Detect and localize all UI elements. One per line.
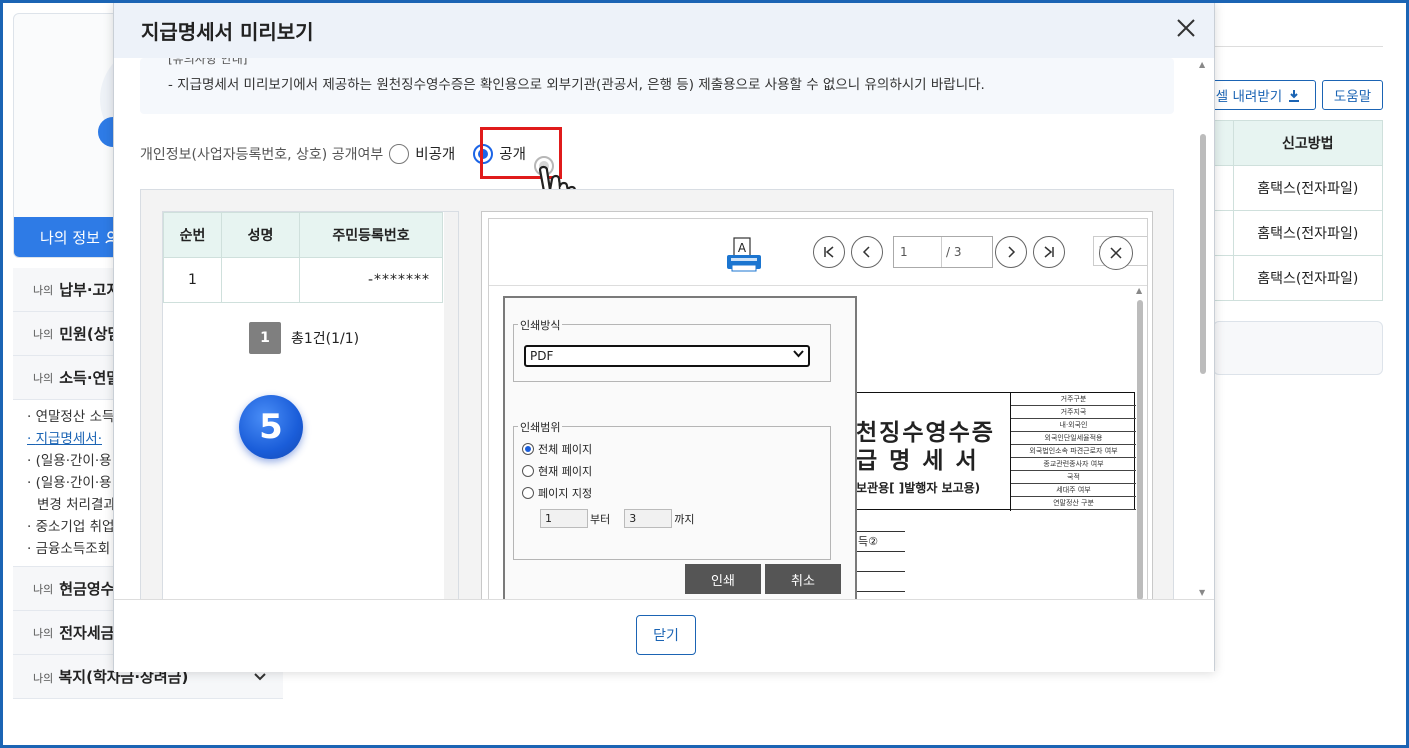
scroll-up-icon[interactable]: ▲ xyxy=(1136,286,1142,295)
receipt-body-lines: 득② xyxy=(855,512,905,599)
radio-circle[interactable] xyxy=(389,143,410,164)
next-page-button[interactable] xyxy=(995,236,1027,268)
page-button[interactable]: 1 xyxy=(249,322,281,354)
radio-circle[interactable] xyxy=(522,487,534,499)
preview-area: 순번 성명 주민등록번호 1 -******* 1 총1건(1/1) 5 A 1… xyxy=(140,189,1174,599)
employee-table: 순번 성명 주민등록번호 1 -******* xyxy=(163,212,443,303)
print-dialog: 인쇄방식 PDF 인쇄범위 전체 페이지 현재 페이지 페이지 지정 1 부터 … xyxy=(503,296,857,599)
table-cell: 홈택스(전자파일) xyxy=(1232,255,1383,301)
scroll-thumb[interactable] xyxy=(1137,300,1143,599)
last-page-button[interactable] xyxy=(1033,236,1065,268)
modal-title: 지급명세서 미리보기 xyxy=(141,19,314,44)
table-row[interactable]: 1 -******* xyxy=(163,257,443,303)
first-page-button[interactable] xyxy=(813,236,845,268)
chevron-down-icon xyxy=(254,672,266,680)
radio-page-range[interactable]: 페이지 지정 xyxy=(522,485,592,501)
document-area: 천징수영수증 급 명 세 서 보관용[ ]발행자 보고용) 거주구분 거주지국 … xyxy=(489,285,1147,599)
printer-icon[interactable]: A xyxy=(725,235,765,275)
modal-scrollbar[interactable]: ▲ ▼ xyxy=(1198,58,1208,599)
radio-circle[interactable] xyxy=(522,465,534,477)
cancel-button[interactable]: 취소 xyxy=(765,564,841,594)
receipt-info-grid: 거주구분 거주지국 내·외국인 외국인단일세율적용 외국법인소속 파견근로자 여… xyxy=(1010,393,1136,511)
radio-current-page[interactable]: 현재 페이지 xyxy=(522,463,592,479)
current-page-input[interactable]: 1 xyxy=(894,237,942,267)
range-to-input[interactable]: 3 xyxy=(624,509,673,528)
radio-all-pages[interactable]: 전체 페이지 xyxy=(522,441,592,457)
svg-text:A: A xyxy=(738,241,747,255)
modal-header: 지급명세서 미리보기 xyxy=(114,2,1214,58)
preview-modal: 지급명세서 미리보기 [유의사항 안내] - 지급명세서 미리보기에서 제공하는… xyxy=(113,1,1215,672)
privacy-label: 개인정보(사업자등록번호, 상호) 공개여부 xyxy=(140,146,384,163)
table-cell: 홈택스(전자파일) xyxy=(1232,165,1383,211)
print-range-legend: 인쇄범위 xyxy=(518,419,563,435)
first-page-icon xyxy=(824,246,834,258)
report-table: 신고방법 홈택스(전자파일) 홈택스(전자파일) 홈택스(전자파일) xyxy=(1213,120,1383,301)
print-method-group: 인쇄방식 PDF xyxy=(513,317,831,382)
col-header-no: 순번 xyxy=(163,212,222,258)
chevron-right-icon xyxy=(1008,246,1016,258)
privacy-setting: 개인정보(사업자등록번호, 상호) 공개여부 비공개 공개 xyxy=(140,143,526,164)
radio-circle-selected[interactable] xyxy=(522,443,534,455)
chevron-left-icon xyxy=(862,246,870,258)
receipt-subtitle: 보관용[ ]발행자 보고용) xyxy=(856,481,981,495)
page-range-inputs: 1 부터 3 까지 xyxy=(540,509,695,528)
range-from-input[interactable]: 1 xyxy=(540,509,588,528)
scroll-up-icon[interactable]: ▲ xyxy=(1199,60,1205,69)
notice-box: [유의사항 안내] - 지급명세서 미리보기에서 제공하는 원천징수영수증은 확… xyxy=(140,58,1174,114)
chevron-down-icon xyxy=(793,350,804,358)
receipt-header: 천징수영수증 급 명 세 서 보관용[ ]발행자 보고용) 거주구분 거주지국 … xyxy=(855,392,1136,511)
help-button[interactable]: 도움말 xyxy=(1322,80,1383,110)
document-scrollbar[interactable]: ▲ ▼ xyxy=(1133,286,1147,599)
cell-no: 1 xyxy=(163,257,222,303)
modal-footer: 닫기 xyxy=(114,599,1214,672)
download-icon xyxy=(1289,89,1300,102)
col-header-rrn: 주민등록번호 xyxy=(299,212,443,258)
notice-heading: [유의사항 안내] xyxy=(168,58,248,66)
divider xyxy=(1213,46,1383,47)
close-button[interactable]: 닫기 xyxy=(636,615,696,655)
excel-download-button[interactable]: 셀 내려받기 xyxy=(1200,80,1316,110)
close-icon[interactable] xyxy=(1174,16,1198,40)
viewer-toolbar: A 1 / 3 100% xyxy=(489,219,1147,285)
print-method-legend: 인쇄방식 xyxy=(518,317,563,333)
radio-private[interactable]: 비공개 xyxy=(389,143,455,164)
info-box xyxy=(1213,321,1383,375)
list-scrollbar[interactable] xyxy=(444,212,458,599)
cell-rrn: -******* xyxy=(299,257,443,303)
employee-list-panel: 순번 성명 주민등록번호 1 -******* 1 총1건(1/1) 5 xyxy=(162,211,459,599)
cell-name xyxy=(221,257,300,303)
notice-text: - 지급명세서 미리보기에서 제공하는 원천징수영수증은 확인용으로 외부기관(… xyxy=(168,77,985,93)
table-header: 신고방법 xyxy=(1232,120,1383,166)
prev-page-button[interactable] xyxy=(851,236,883,268)
scroll-thumb[interactable] xyxy=(1200,134,1206,374)
total-count: 총1건(1/1) xyxy=(291,331,360,347)
print-button[interactable]: 인쇄 xyxy=(685,564,761,594)
step-badge: 5 xyxy=(239,395,303,459)
col-header-name: 성명 xyxy=(221,212,300,258)
total-pages: / 3 xyxy=(946,245,962,259)
print-range-group: 인쇄범위 전체 페이지 현재 페이지 페이지 지정 1 부터 3 까지 xyxy=(513,419,831,560)
last-page-icon xyxy=(1044,246,1054,258)
close-icon xyxy=(1110,247,1122,259)
receipt-title: 천징수영수증 급 명 세 서 xyxy=(856,419,995,474)
modal-body: [유의사항 안내] - 지급명세서 미리보기에서 제공하는 원천징수영수증은 확… xyxy=(114,58,1214,599)
print-method-select[interactable]: PDF xyxy=(524,345,810,367)
page-indicator[interactable]: 1 / 3 xyxy=(893,236,993,268)
scroll-down-icon[interactable]: ▼ xyxy=(1199,588,1205,597)
viewer-frame: A 1 / 3 100% xyxy=(488,218,1148,599)
report-viewer: A 1 / 3 100% xyxy=(481,211,1153,599)
table-cell: 홈택스(전자파일) xyxy=(1232,210,1383,256)
pagination: 1 총1건(1/1) xyxy=(249,322,359,354)
viewer-close-button[interactable] xyxy=(1099,236,1133,270)
